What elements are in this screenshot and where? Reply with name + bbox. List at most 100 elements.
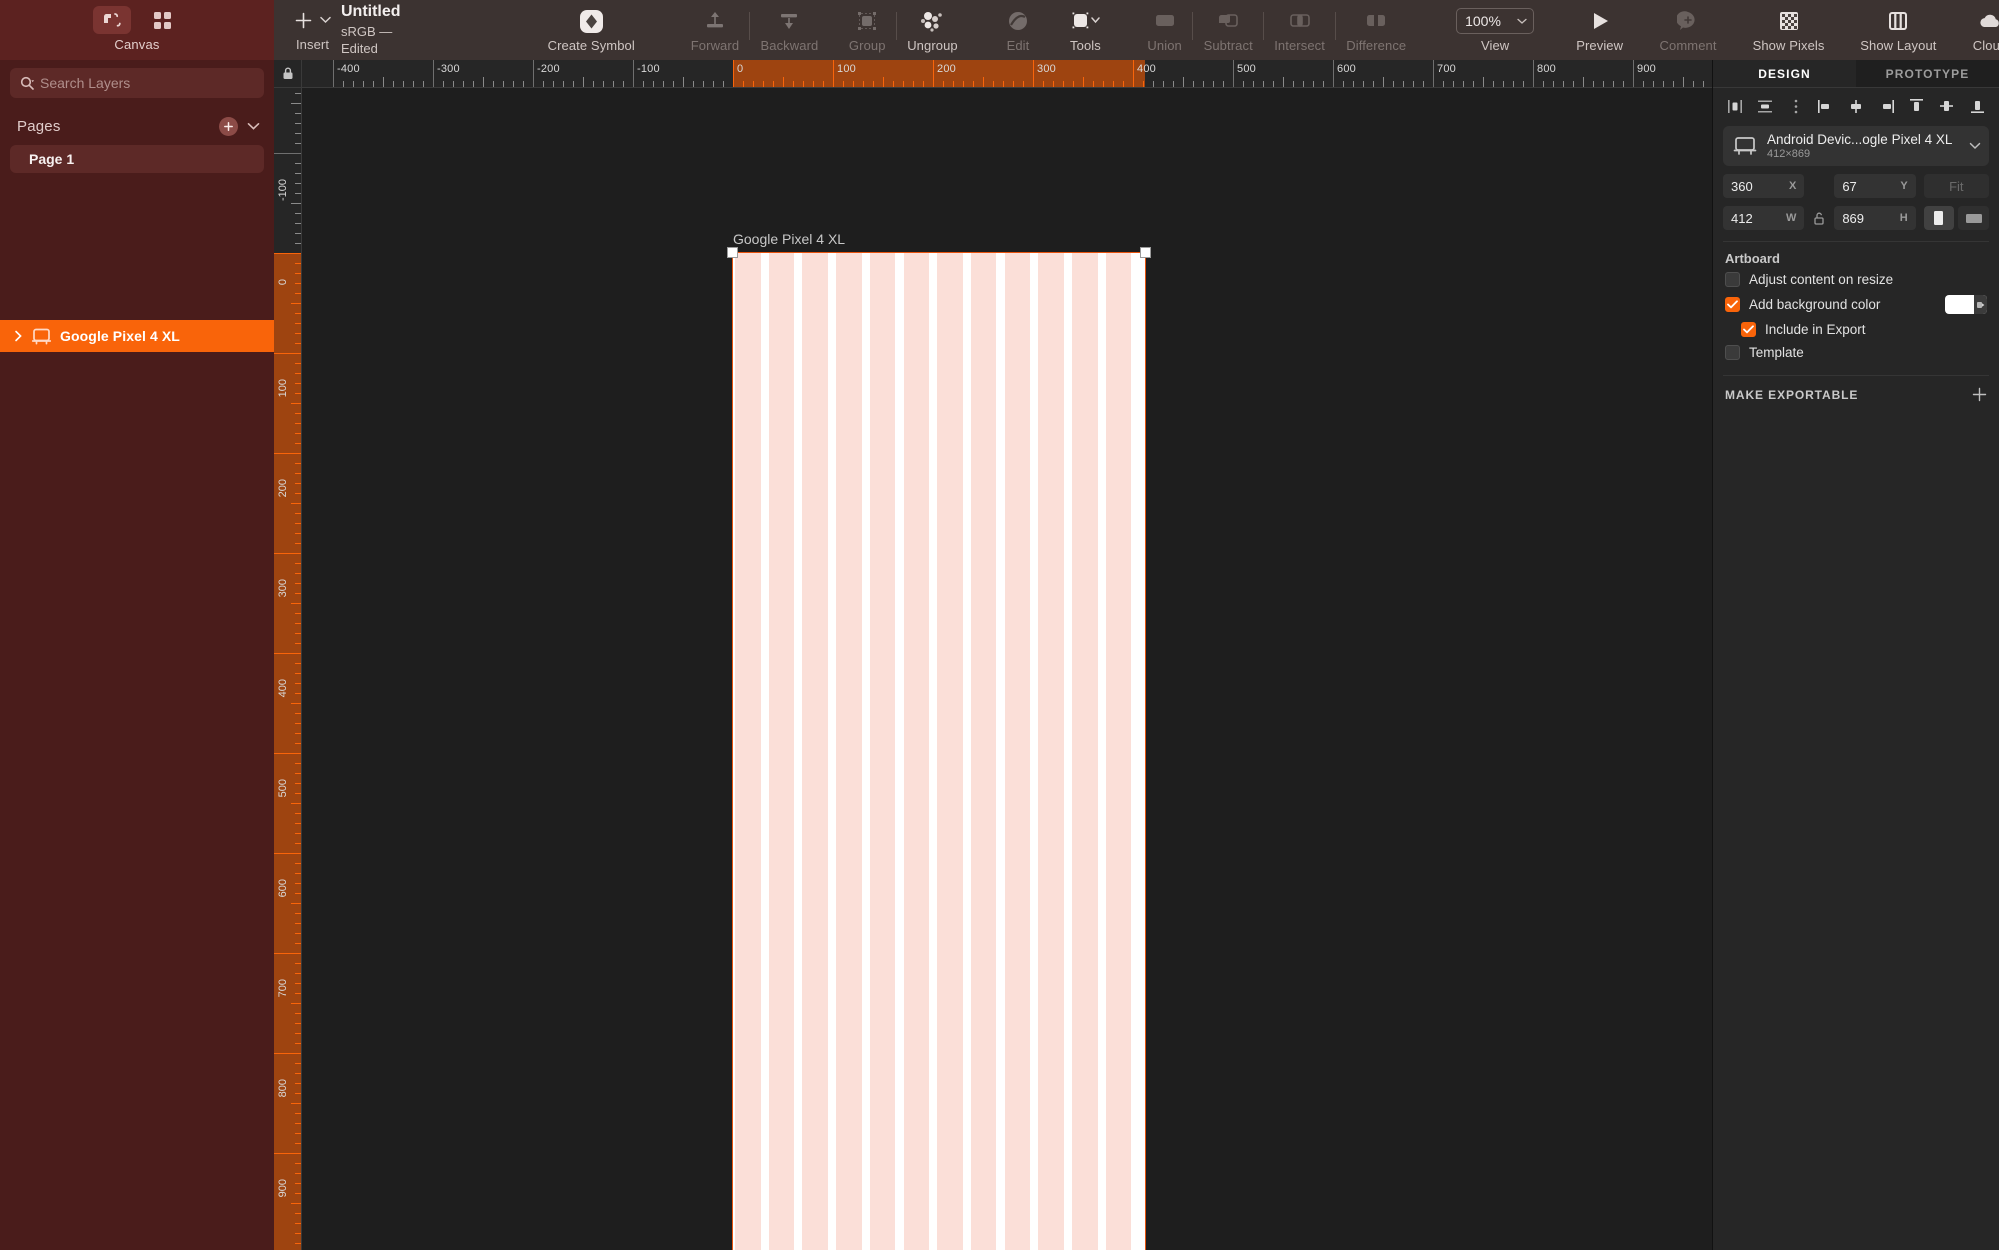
ungroup-button[interactable]: Ungroup xyxy=(899,0,966,60)
artboard-title[interactable]: Google Pixel 4 XL xyxy=(733,231,845,247)
align-left-edge-icon[interactable] xyxy=(1815,96,1837,116)
option-add-background-color[interactable]: Add background color xyxy=(1713,291,1999,318)
option-adjust-content-on-resize[interactable]: Adjust content on resize xyxy=(1713,268,1999,291)
ruler-minor-tick xyxy=(1393,81,1394,87)
ruler-minor-tick xyxy=(1063,81,1064,87)
ruler-minor-tick-vertical xyxy=(295,473,301,474)
ruler-major-tick-vertical xyxy=(274,153,301,154)
ruler-minor-tick-vertical xyxy=(295,773,301,774)
fit-button[interactable]: Fit xyxy=(1923,174,1989,198)
intersect-button[interactable]: Intersect xyxy=(1266,0,1333,60)
orientation-portrait-button[interactable] xyxy=(1923,206,1955,230)
checkbox[interactable] xyxy=(1741,322,1756,337)
align-left-icon[interactable] xyxy=(1724,96,1746,116)
edit-button[interactable]: Edit xyxy=(994,0,1042,60)
preview-button[interactable]: Preview xyxy=(1568,0,1631,60)
boolean-subtract-icon xyxy=(1216,6,1240,36)
ruler-minor-tick xyxy=(1213,81,1214,87)
height-value: 869 xyxy=(1842,210,1865,226)
ruler-minor-tick-vertical xyxy=(295,1173,301,1174)
boolean-intersect-icon xyxy=(1288,6,1312,36)
width-label: W xyxy=(1785,212,1797,224)
canvas-area[interactable]: -400 -300 -200 -100 0 100 200 300 400 500 600 700 80… xyxy=(274,60,1712,1250)
ruler-minor-tick-vertical xyxy=(295,1143,301,1144)
align-center-icon[interactable] xyxy=(1845,96,1867,116)
chevron-right-icon[interactable] xyxy=(14,330,23,342)
width-value: 412 xyxy=(1731,210,1753,226)
ruler-minor-tick xyxy=(1023,81,1024,87)
canvas-view-group: Canvas xyxy=(93,6,181,52)
color-picker-arrow-icon[interactable] xyxy=(1974,295,1987,314)
ruler-minor-tick xyxy=(1103,81,1104,87)
canvas-frame-icon[interactable] xyxy=(93,6,131,34)
ruler-minor-tick xyxy=(1093,81,1094,87)
page-list-item[interactable]: Page 1 xyxy=(10,145,264,173)
option-include-in-export[interactable]: Include in Export xyxy=(1713,318,1999,341)
chevron-down-icon[interactable] xyxy=(247,122,260,131)
background-color-swatch[interactable] xyxy=(1945,295,1987,314)
distribute-vertical-icon[interactable] xyxy=(1785,96,1807,116)
grid-view-icon[interactable] xyxy=(143,6,181,34)
tab-prototype[interactable]: PROTOTYPE xyxy=(1856,60,1999,87)
subtract-button[interactable]: Subtract xyxy=(1195,0,1261,60)
width-field[interactable]: 412 W xyxy=(1723,206,1805,230)
move-backward-icon xyxy=(777,6,801,36)
ruler-minor-tick xyxy=(1343,81,1344,87)
view-zoom-control[interactable]: 100% View xyxy=(1448,0,1542,60)
align-right-edge-icon[interactable] xyxy=(1875,96,1897,116)
ruler-minor-tick xyxy=(1453,81,1454,87)
ruler-minor-tick-vertical xyxy=(295,563,301,564)
layer-row[interactable]: Google Pixel 4 XL xyxy=(0,320,274,352)
insert-button[interactable]: Insert xyxy=(288,0,337,60)
cloud-button[interactable]: Cloud xyxy=(1964,0,1999,60)
canvas-viewport[interactable]: Google Pixel 4 XL xyxy=(302,88,1712,1250)
device-preset-select[interactable]: Android Devic...ogle Pixel 4 XL 412×869 xyxy=(1723,126,1989,166)
align-bottom-icon[interactable] xyxy=(1966,96,1988,116)
align-top-icon[interactable] xyxy=(1906,96,1928,116)
selection-handle-top-left[interactable] xyxy=(727,247,738,258)
zoom-value: 100% xyxy=(1465,13,1501,29)
show-layout-button[interactable]: Show Layout xyxy=(1852,0,1944,60)
ruler-minor-tick xyxy=(1673,81,1674,87)
group-button[interactable]: Group xyxy=(840,0,894,60)
ruler-minor-tick-vertical xyxy=(295,1083,301,1084)
backward-button[interactable]: Backward xyxy=(752,0,826,60)
ruler-minor-tick-vertical xyxy=(295,713,301,714)
search-layers-input[interactable]: Search Layers xyxy=(10,68,264,98)
checkbox[interactable] xyxy=(1725,345,1740,360)
x-position-field[interactable]: 360 X xyxy=(1723,174,1805,198)
add-page-button[interactable] xyxy=(219,116,238,136)
ruler-minor-tick-vertical xyxy=(295,793,301,794)
forward-button[interactable]: Forward xyxy=(683,0,748,60)
align-center-horizontal-icon[interactable] xyxy=(1754,96,1776,116)
zoom-select[interactable]: 100% xyxy=(1456,8,1535,34)
inspector-panel: DESIGN PROTOTYPE Android Devic...ogle Pi… xyxy=(1712,60,1999,1250)
tools-button[interactable]: Tools xyxy=(1060,0,1111,60)
create-symbol-button[interactable]: Create Symbol xyxy=(540,0,643,60)
checkbox[interactable] xyxy=(1725,272,1740,287)
vertical-ruler[interactable]: -10001002003004005006007008009001000 xyxy=(274,88,302,1250)
layers-sidebar: Search Layers Pages Page 1 Google Pixel … xyxy=(0,60,274,1250)
difference-button[interactable]: Difference xyxy=(1338,0,1414,60)
comment-button[interactable]: Comment xyxy=(1651,0,1724,60)
artboard[interactable] xyxy=(732,252,1146,1250)
horizontal-ruler[interactable]: -400 -300 -200 -100 0 100 200 300 400 500 600 700 80… xyxy=(302,60,1712,88)
ruler-minor-tick-vertical xyxy=(295,1113,301,1114)
y-position-field[interactable]: 67 Y xyxy=(1834,174,1916,198)
union-button[interactable]: Union xyxy=(1139,0,1190,60)
checkbox[interactable] xyxy=(1725,297,1740,312)
selection-handle-top-right[interactable] xyxy=(1140,247,1151,258)
orientation-landscape-button[interactable] xyxy=(1958,206,1989,230)
height-field[interactable]: 869 H xyxy=(1834,206,1916,230)
plus-icon[interactable] xyxy=(1972,387,1987,402)
option-template[interactable]: Template xyxy=(1713,341,1999,364)
tab-design[interactable]: DESIGN xyxy=(1713,60,1856,87)
ruler-minor-tick xyxy=(413,81,414,87)
ruler-lock-icon[interactable] xyxy=(274,60,302,88)
ruler-minor-tick-vertical xyxy=(295,1063,301,1064)
ruler-minor-tick xyxy=(963,81,964,87)
layout-grid-column xyxy=(768,253,795,1250)
show-pixels-button[interactable]: Show Pixels xyxy=(1745,0,1833,60)
align-middle-icon[interactable] xyxy=(1936,96,1958,116)
unlocked-proportions-icon[interactable] xyxy=(1812,212,1826,225)
